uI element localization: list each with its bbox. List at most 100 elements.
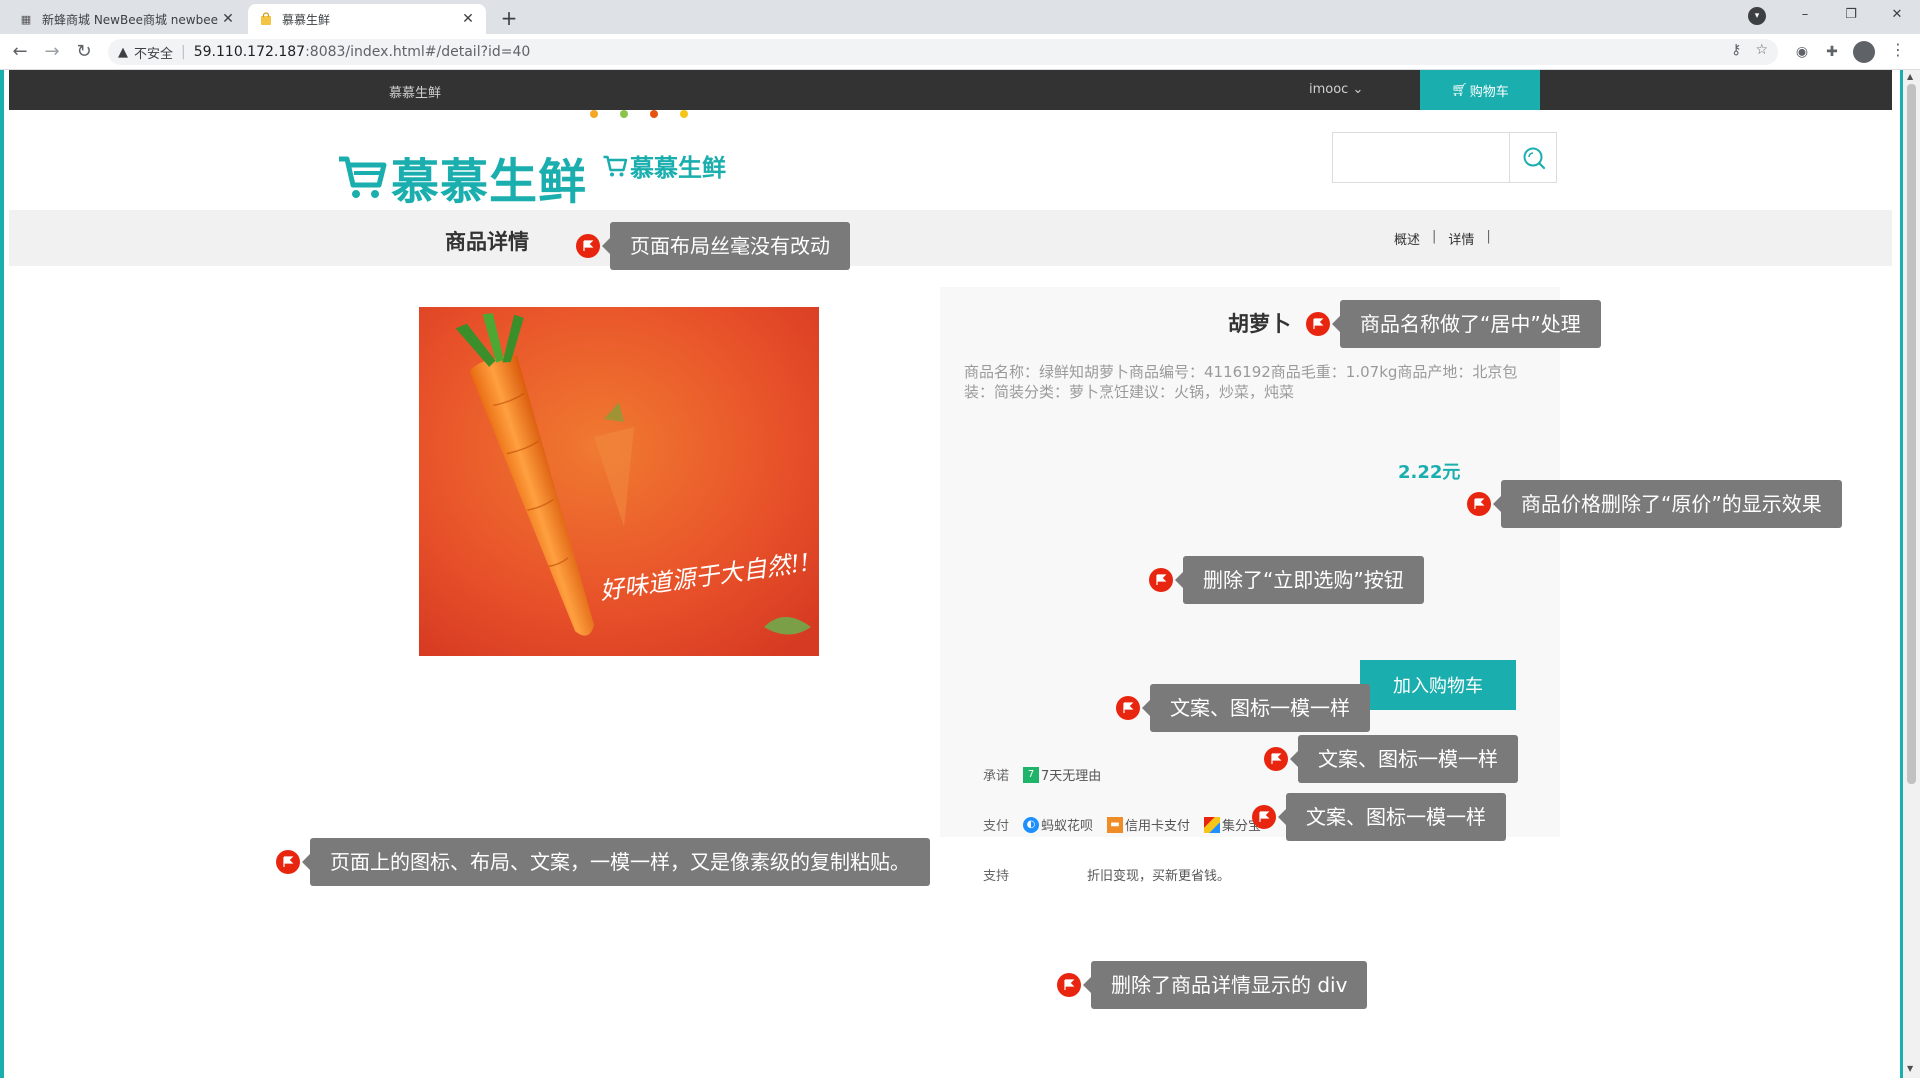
annotation-price: 商品价格删除了“原价”的显示效果 — [1467, 480, 1842, 528]
annotation-text: 商品价格删除了“原价”的显示效果 — [1493, 480, 1842, 528]
annotation-buy-now-removed: 删除了“立即选购”按钮 — [1149, 556, 1424, 604]
payment-label: 支付 — [983, 819, 1010, 834]
flag-icon — [1467, 492, 1491, 516]
annotation-text: 文案、图标一模一样 — [1290, 735, 1518, 783]
puzzle-extensions-icon[interactable]: ✚ — [1822, 42, 1842, 62]
tab-close-icon[interactable]: ✕ — [460, 11, 476, 27]
browser-tab-bar: ▦ 新蜂商城 NewBee商城 newbee ✕ 慕慕生鲜 ✕ + ▾ – ❐ … — [0, 0, 1920, 34]
scroll-down-icon[interactable]: ▼ — [1907, 1064, 1913, 1073]
annotation-text: 删除了商品详情显示的 div — [1082, 961, 1368, 1009]
cart-icon: 🛒︎ — [1451, 82, 1468, 98]
browser-tab-newbee[interactable]: ▦ 新蜂商城 NewBee商城 newbee ✕ — [8, 4, 246, 34]
annotation-text: 删除了“立即选购”按钮 — [1175, 556, 1424, 604]
credit-card-text: 信用卡支付 — [1125, 819, 1191, 834]
restore-button[interactable]: ❐ — [1828, 0, 1874, 30]
product-price: 2.22元 — [1398, 462, 1461, 483]
minimize-button[interactable]: – — [1782, 0, 1828, 30]
site-logo-small[interactable]: 慕慕生鲜 — [602, 148, 726, 183]
cart-nav-button[interactable]: 🛒︎ 购物车 — [1420, 70, 1540, 110]
address-host: 59.110.172.187 — [193, 44, 306, 60]
scroll-up-icon[interactable]: ▲ — [1907, 72, 1913, 81]
credit-card-icon: ▬ — [1107, 816, 1124, 833]
site-logo[interactable]: 慕慕生鲜 — [337, 142, 587, 212]
add-to-cart-button[interactable]: 加入购物车 — [1360, 660, 1516, 710]
flag-icon — [1149, 568, 1173, 592]
page-viewport: ▲ ▼ 慕慕生鲜 imooc ⌄ 🛒︎ 购物车 慕慕生鲜 慕慕生鲜 商品详情 概… — [0, 70, 1920, 1078]
annotation-detail-div-removed: 删除了商品详情显示的 div — [1057, 961, 1368, 1009]
subnav-separator: | — [1486, 229, 1491, 244]
support-row: 支持 折旧变现，买新更省钱。 — [983, 865, 1230, 884]
flag-icon — [1264, 747, 1288, 771]
user-menu[interactable]: imooc ⌄ — [1309, 82, 1363, 97]
address-path: :8083/index.html#/detail?id=40 — [305, 44, 531, 60]
annotation-text: 文案、图标一模一样 — [1278, 793, 1506, 841]
back-arrow-icon[interactable]: ← — [8, 40, 32, 64]
seven-day-return-icon: 7 — [1023, 766, 1039, 783]
address-bar[interactable]: ▲ 不安全 | 59.110.172.187:8083/index.html#/… — [108, 39, 1778, 65]
tab-overview[interactable]: 概述 — [1394, 229, 1420, 248]
flag-icon — [576, 234, 600, 258]
close-window-button[interactable]: ✕ — [1874, 0, 1920, 30]
huabei-text: 蚂蚁花呗 — [1041, 819, 1094, 834]
detail-subnav: 概述 | 详情 | — [1394, 229, 1491, 248]
cart-label: 购物车 — [1469, 84, 1509, 100]
chevron-down-icon: ⌄ — [1352, 82, 1364, 97]
annotation-layout: 页面布局丝毫没有改动 — [576, 222, 850, 270]
promise-item: 7 7天无理由 — [1023, 765, 1101, 784]
flag-icon — [1252, 805, 1276, 829]
search-input[interactable] — [1333, 133, 1509, 182]
user-name: imooc — [1309, 82, 1349, 97]
annotation-text: 商品名称做了“居中”处理 — [1332, 300, 1601, 348]
omnibox-actions: ⚷ ☆ — [1731, 42, 1768, 58]
reload-icon[interactable]: ↻ — [72, 40, 96, 64]
product-image: 好味道源于大自然!! — [419, 307, 819, 656]
search-button[interactable] — [1509, 133, 1557, 182]
support-text: 折旧变现，买新更省钱。 — [1087, 869, 1231, 884]
tab-title: 新蜂商城 NewBee商城 newbee — [42, 12, 218, 27]
annotation-text: 文案、图标一模一样 — [1142, 684, 1370, 732]
annotation-support-same: 文案、图标一模一样 — [1252, 793, 1506, 841]
logo-fruit-decoration — [590, 110, 688, 118]
scrollbar-thumb[interactable] — [1907, 84, 1916, 784]
logo-small-text: 慕慕生鲜 — [630, 154, 726, 182]
flag-icon — [1057, 973, 1081, 997]
shopping-cart-logo-icon — [603, 155, 628, 176]
flag-icon — [1306, 312, 1330, 336]
profile-avatar-icon[interactable] — [1853, 41, 1875, 63]
security-label: 不安全 — [134, 46, 174, 62]
jifenbao-icon — [1204, 816, 1221, 833]
browser-tab-mumu[interactable]: 慕慕生鲜 ✕ — [248, 4, 486, 34]
newbee-favicon-icon: ▦ — [20, 12, 32, 26]
page-scrollbar[interactable]: ▲ ▼ — [1903, 70, 1920, 1078]
flag-icon — [1116, 696, 1140, 720]
extension-icon[interactable]: ◉ — [1792, 42, 1812, 62]
promise-label: 承诺 — [983, 769, 1010, 784]
forward-arrow-icon[interactable]: → — [40, 40, 64, 64]
tab-search-icon[interactable]: ▾ — [1748, 7, 1766, 25]
site-header: 慕慕生鲜 慕慕生鲜 — [0, 110, 1900, 220]
annotation-promise-same: 文案、图标一模一样 — [1116, 684, 1370, 732]
product-name: 胡萝卜 — [1228, 312, 1291, 336]
annotation-text: 页面上的图标、布局、文案，一模一样，又是像素级的复制粘贴。 — [302, 838, 930, 886]
new-tab-button[interactable]: + — [496, 6, 522, 32]
bag-favicon-icon — [258, 11, 274, 27]
warning-triangle-icon: ▲ — [118, 44, 128, 60]
subnav-separator: | — [1432, 229, 1437, 244]
flag-icon — [276, 850, 300, 874]
address-separator: | — [181, 44, 186, 60]
key-icon[interactable]: ⚷ — [1731, 42, 1741, 58]
search-icon — [1523, 147, 1545, 169]
window-controls: – ❐ ✕ — [1782, 0, 1920, 30]
search-box — [1332, 132, 1557, 183]
menu-dots-icon[interactable]: ⋮ — [1890, 40, 1906, 59]
annotation-text: 页面布局丝毫没有改动 — [602, 222, 850, 270]
promise-row: 承诺 7 7天无理由 — [983, 765, 1115, 784]
left-border-accent — [0, 70, 4, 1078]
bookmark-star-icon[interactable]: ☆ — [1755, 42, 1768, 58]
site-name-link[interactable]: 慕慕生鲜 — [389, 82, 441, 101]
detail-subbar: 商品详情 概述 | 详情 | — [9, 210, 1892, 266]
tab-details[interactable]: 详情 — [1448, 229, 1474, 248]
tab-title: 慕慕生鲜 — [282, 12, 331, 27]
tab-close-icon[interactable]: ✕ — [220, 11, 236, 27]
huabei-icon: ◐ — [1023, 816, 1039, 833]
